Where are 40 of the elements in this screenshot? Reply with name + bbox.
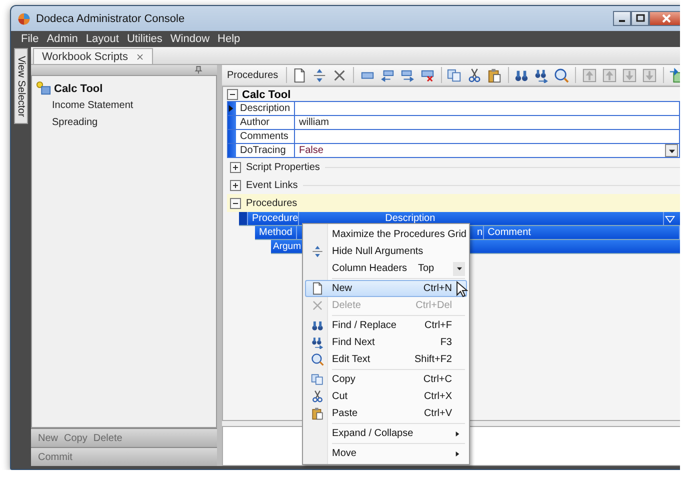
menu-item[interactable]: Layout (82, 33, 123, 45)
menu-item[interactable]: Expand / Collapse (305, 425, 467, 442)
section-title[interactable]: Event Links (246, 180, 298, 190)
view-selector-tab[interactable]: View Selector (14, 48, 28, 124)
menu-item[interactable]: Maximize the Procedures Grid (305, 226, 467, 243)
menu-item[interactable]: Paste Ctrl+V (305, 405, 467, 422)
menu-item[interactable]: Find / Replace Ctrl+F (305, 317, 467, 334)
menu-item[interactable]: Help (214, 33, 244, 45)
menu-item[interactable]: File (17, 33, 43, 45)
column-header[interactable]: Procedure (248, 212, 300, 225)
section-title[interactable]: Script Properties (246, 162, 320, 172)
menu-item[interactable]: Column Headers Top (305, 260, 467, 277)
property-name: Author (236, 116, 295, 129)
window-title: Dodeca Administrator Console (36, 12, 185, 24)
tree-item[interactable]: Spreading (36, 114, 216, 131)
menu-item[interactable]: Admin (42, 33, 82, 45)
menu-item[interactable]: New Ctrl+N (305, 280, 467, 297)
menu-item[interactable]: Move (305, 445, 467, 462)
tree-item[interactable]: Calc Tool (54, 82, 103, 94)
menu-item[interactable]: Hide Null Arguments (305, 243, 467, 260)
property-value[interactable]: william (295, 116, 679, 129)
column-header[interactable]: Argum (271, 240, 301, 253)
menu-item[interactable]: Find Next F3 (305, 334, 467, 351)
property-value[interactable]: False (295, 144, 679, 157)
group-title: Calc Tool (242, 88, 291, 100)
property-name: Description (236, 102, 295, 115)
tree-item[interactable]: Income Statement (36, 97, 216, 114)
menu-item[interactable]: Copy Ctrl+C (305, 371, 467, 388)
menu-item[interactable]: Edit Text Shift+F2 (305, 351, 467, 368)
column-header[interactable]: Method (255, 226, 297, 239)
menu-item[interactable]: Cut Ctrl+X (305, 388, 467, 405)
document-tab[interactable]: Workbook Scripts (33, 48, 153, 64)
section-title[interactable]: Procedures (246, 198, 298, 208)
toolbar-label: Procedures (227, 70, 280, 80)
menu-item[interactable]: Window (166, 33, 214, 45)
menu-item[interactable]: Utilities (122, 33, 166, 45)
column-header[interactable]: Comment (484, 226, 680, 239)
property-name: DoTracing (236, 144, 295, 157)
property-name: Comments (236, 130, 295, 143)
column-header[interactable]: n (477, 226, 484, 239)
